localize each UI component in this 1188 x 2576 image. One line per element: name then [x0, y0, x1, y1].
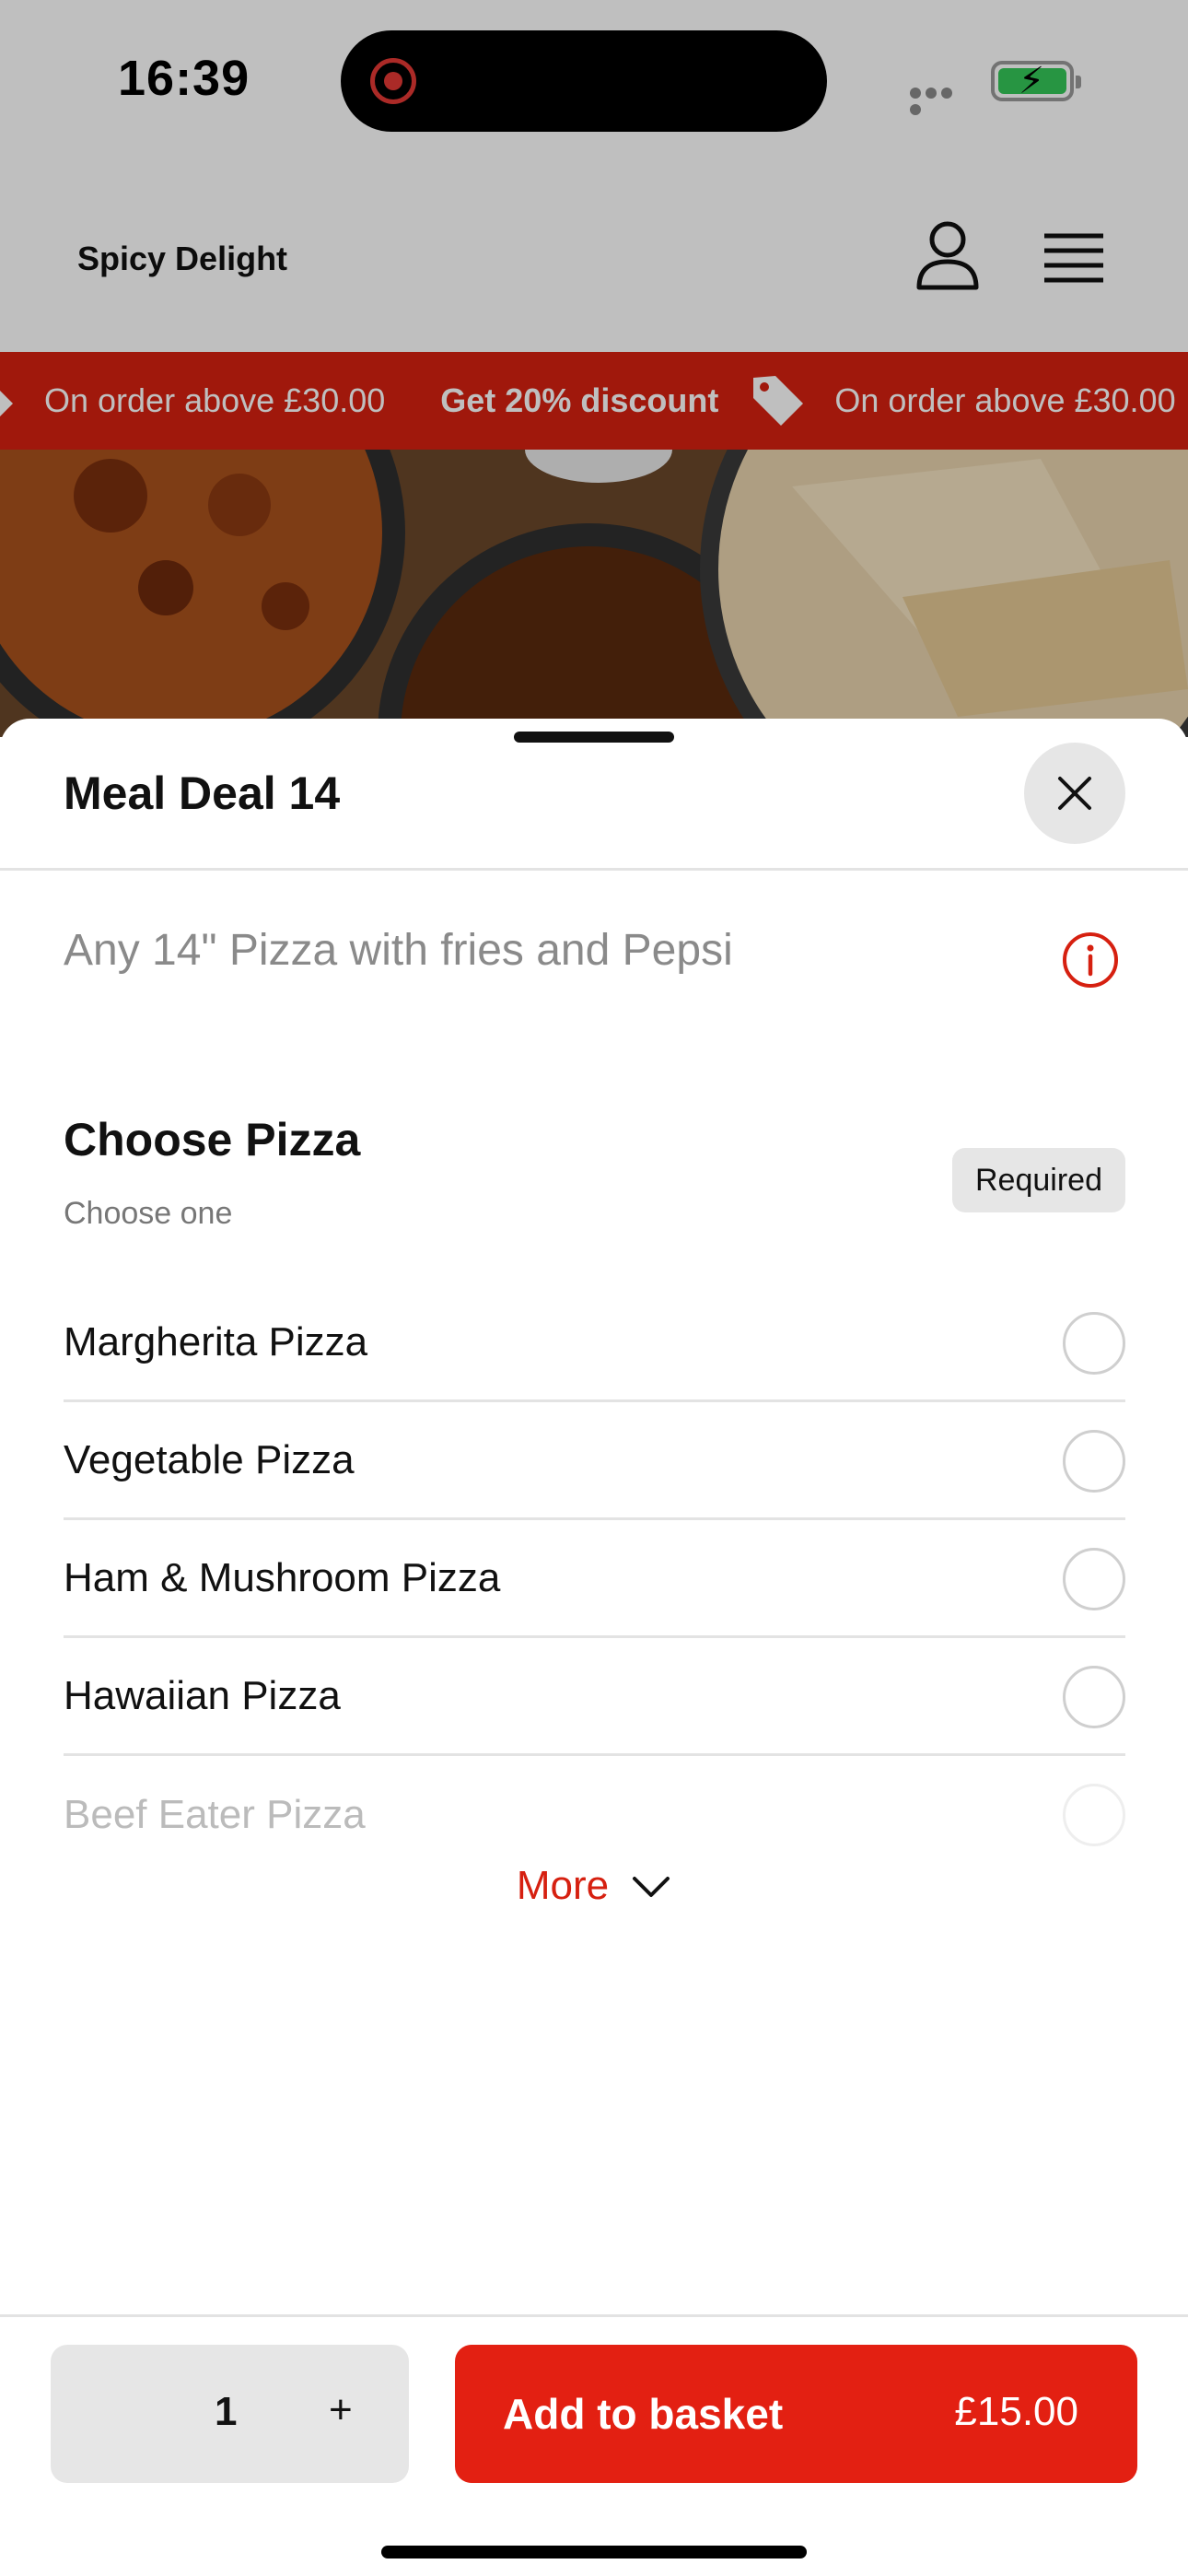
quantity-value: 1	[215, 2389, 238, 2434]
radio-button[interactable]	[1063, 1312, 1125, 1375]
item-sheet: Meal Deal 14 Any 14" Pizza with fries an…	[0, 719, 1188, 2576]
modal-overlay[interactable]	[0, 0, 1188, 737]
bottom-bar: 1 + Add to basket £15.00	[0, 2314, 1188, 2576]
radio-button[interactable]	[1063, 1548, 1125, 1610]
close-button[interactable]	[1024, 743, 1125, 844]
pizza-option[interactable]: Margherita Pizza	[64, 1284, 1125, 1402]
sheet-grabber[interactable]	[514, 732, 674, 743]
add-to-basket-button[interactable]: Add to basket £15.00	[455, 2345, 1137, 2483]
section-title: Choose Pizza	[64, 1114, 361, 1165]
add-to-basket-label: Add to basket	[503, 2390, 784, 2438]
pizza-option[interactable]: Beef Eater Pizza	[64, 1756, 1125, 1874]
chevron-down-icon	[633, 1877, 670, 1897]
increment-button[interactable]: +	[329, 2387, 353, 2433]
required-badge: Required	[952, 1148, 1125, 1212]
option-label: Ham & Mushroom Pizza	[64, 1554, 501, 1600]
close-icon	[1058, 777, 1091, 810]
pizza-options: Margherita Pizza Vegetable Pizza Ham & M…	[64, 1284, 1125, 1874]
pizza-option[interactable]: Ham & Mushroom Pizza	[64, 1520, 1125, 1638]
quantity-stepper[interactable]: 1 +	[51, 2345, 409, 2483]
more-label: More	[516, 1863, 610, 1908]
item-title: Meal Deal 14	[64, 767, 341, 819]
more-button[interactable]: More	[0, 1863, 1188, 1909]
option-label: Margherita Pizza	[64, 1318, 368, 1364]
price-label: £15.00	[954, 2389, 1078, 2434]
background-page: 16:39 ⚡ Spicy Delight On order above £30…	[0, 0, 1188, 737]
pizza-option[interactable]: Vegetable Pizza	[64, 1402, 1125, 1520]
radio-button[interactable]	[1063, 1666, 1125, 1728]
pizza-option[interactable]: Hawaiian Pizza	[64, 1638, 1125, 1756]
option-label: Beef Eater Pizza	[64, 1792, 366, 1837]
option-label: Hawaiian Pizza	[64, 1672, 341, 1718]
item-description: Any 14" Pizza with fries and Pepsi	[64, 926, 733, 975]
divider	[0, 868, 1188, 871]
radio-button[interactable]	[1063, 1784, 1125, 1846]
section-subtitle: Choose one	[64, 1196, 233, 1231]
info-icon[interactable]	[1061, 931, 1120, 989]
radio-button[interactable]	[1063, 1430, 1125, 1493]
home-indicator	[381, 2546, 807, 2558]
option-label: Vegetable Pizza	[64, 1436, 355, 1482]
